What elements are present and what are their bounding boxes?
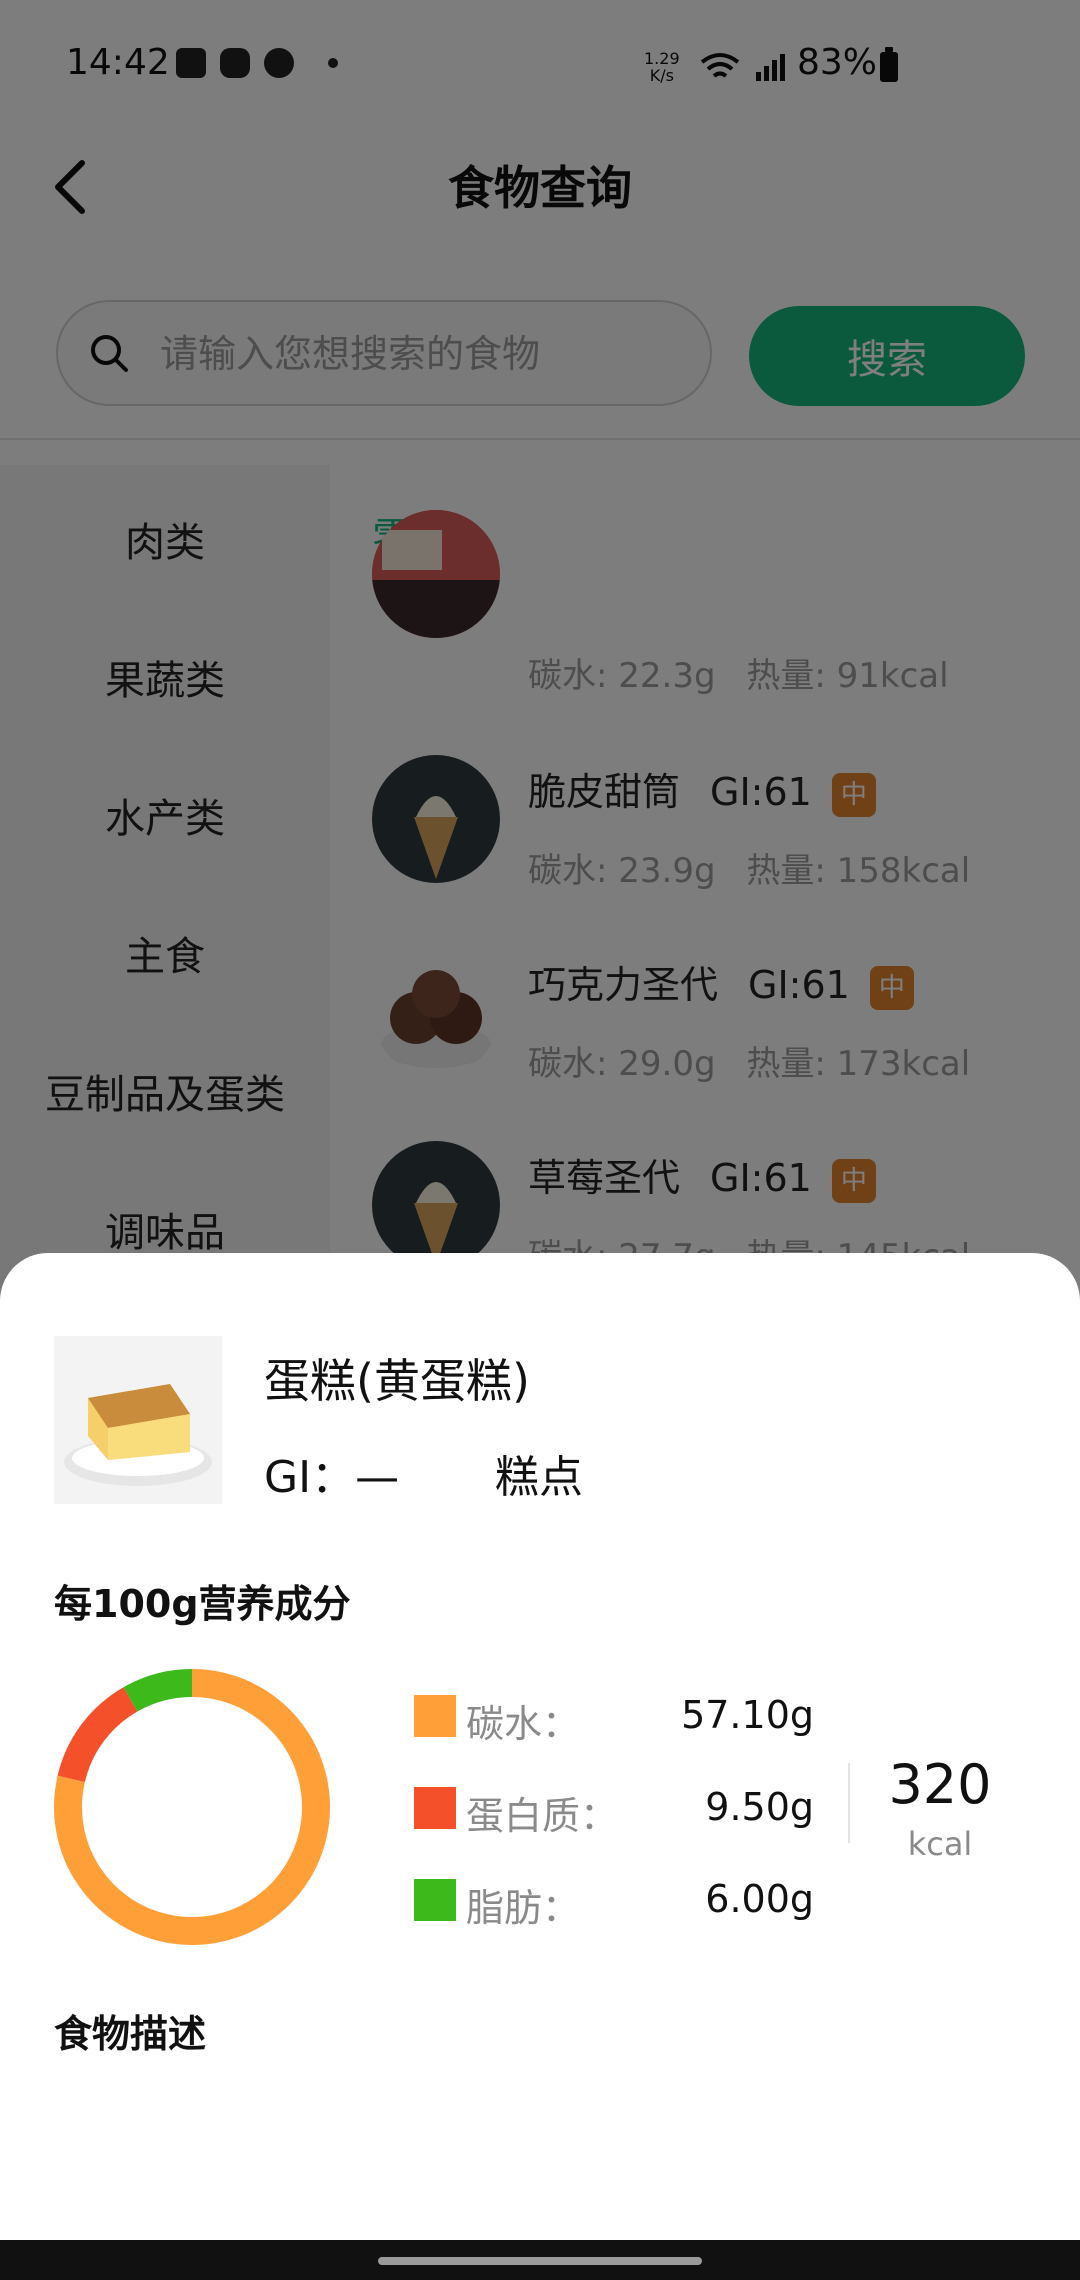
food-detail-category: 糕点 <box>495 1452 583 1503</box>
food-detail-sheet: 蛋糕(黄蛋糕) GI：— 糕点 每100g营养成分 碳水： 57.10g 蛋白质… <box>0 1253 1080 2280</box>
donut-segment-protein <box>57 1687 138 1783</box>
legend-row-carbs: 碳水： 57.10g <box>414 1691 814 1746</box>
fat-swatch <box>414 1879 456 1921</box>
app-screen: 14:42 1.29 K/s 83% <box>0 0 1080 2280</box>
nutrition-donut-chart <box>54 1669 330 1945</box>
calories-unit: kcal <box>907 1825 973 1863</box>
legend-label: 蛋白质： <box>466 1794 619 1838</box>
system-navigation-bar <box>0 2240 1080 2280</box>
legend-row-fat: 脂肪： 6.00g <box>414 1875 814 1930</box>
calories-value: 320 <box>888 1753 992 1816</box>
divider <box>848 1763 850 1843</box>
food-detail-gi: GI：— <box>264 1452 400 1503</box>
home-indicator[interactable] <box>378 2257 702 2265</box>
legend-label: 脂肪： <box>466 1886 581 1930</box>
food-detail-name: 蛋糕(黄蛋糕) <box>264 1354 530 1408</box>
legend-value: 9.50g <box>705 1785 814 1829</box>
carbs-swatch <box>414 1695 456 1737</box>
donut-segment-fat <box>123 1669 193 1712</box>
legend-label: 碳水： <box>466 1702 581 1746</box>
legend-value: 57.10g <box>681 1693 814 1737</box>
protein-swatch <box>414 1787 456 1829</box>
legend-row-protein: 蛋白质： 9.50g <box>414 1783 814 1838</box>
food-detail-image <box>54 1336 222 1504</box>
nutrition-title: 每100g营养成分 <box>54 1582 351 1626</box>
legend-value: 6.00g <box>705 1877 814 1921</box>
description-title: 食物描述 <box>54 2012 207 2056</box>
